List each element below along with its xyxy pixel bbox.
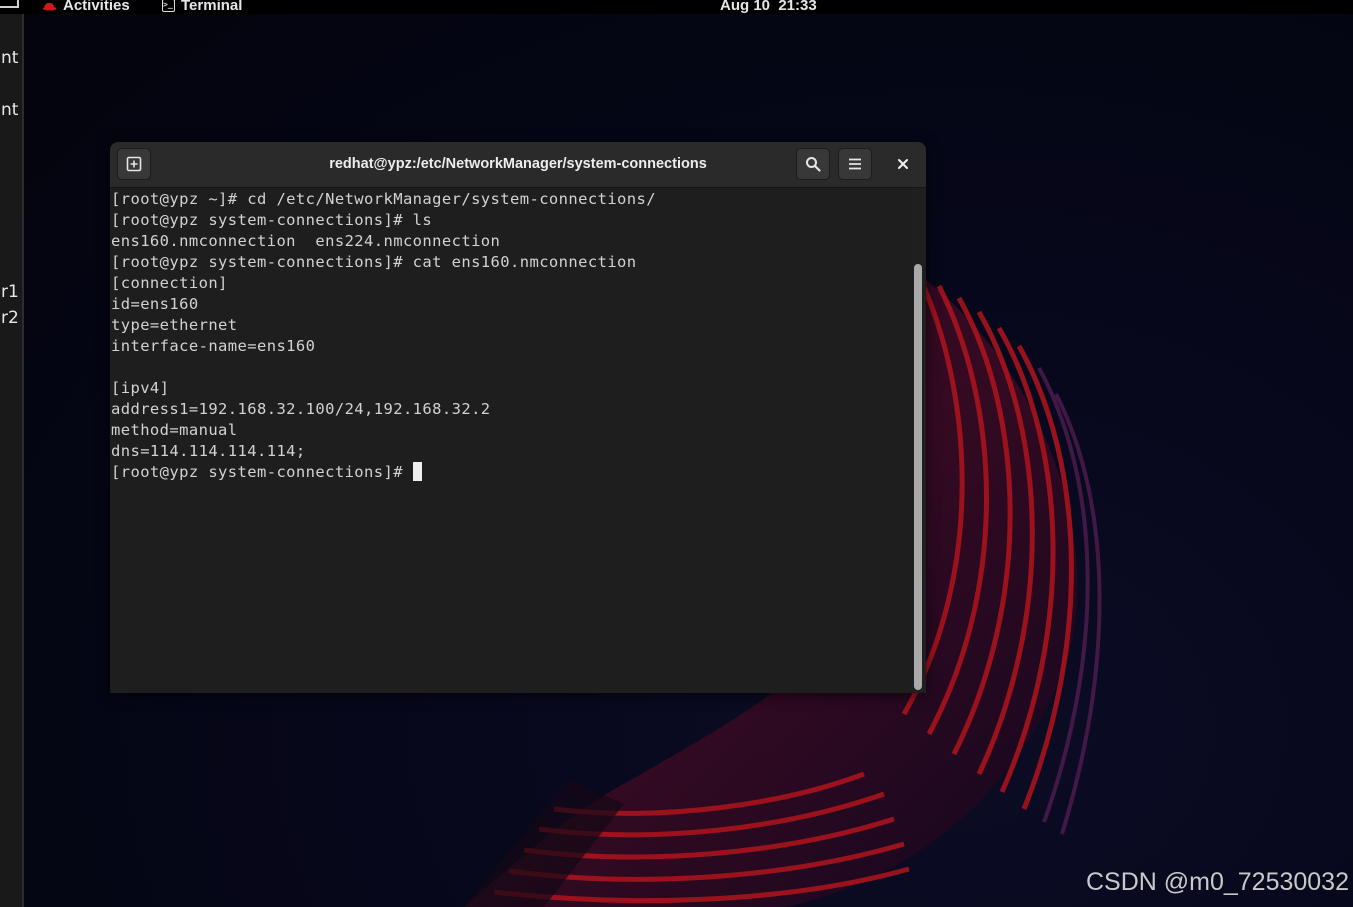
- terminal-app-icon: >_: [162, 0, 175, 12]
- clock[interactable]: Aug 10 21:33: [720, 0, 817, 16]
- edge-text-fragment: nt: [1, 48, 19, 68]
- terminal-line: [root@ypz ~]# cd /etc/NetworkManager/sys…: [111, 190, 656, 208]
- terminal-line: dns=114.114.114.114;: [111, 442, 306, 460]
- terminal-prompt-line[interactable]: [root@ypz system-connections]#: [110, 462, 912, 483]
- terminal-line: interface-name=ens160: [111, 337, 316, 355]
- terminal-line: ens160.nmconnection ens224.nmconnection: [111, 232, 501, 250]
- search-icon: [806, 157, 821, 172]
- terminal-line: [connection]: [111, 274, 228, 292]
- terminal-line: method=manual: [111, 421, 238, 439]
- clock-label: Aug 10 21:33: [720, 0, 817, 14]
- shell-prompt: [root@ypz system-connections]#: [111, 463, 413, 481]
- terminal-line: id=ens160: [111, 295, 199, 313]
- menu-button[interactable]: [838, 148, 872, 180]
- terminal-line: [root@ypz system-connections]# cat ens16…: [111, 253, 637, 271]
- terminal-line: [ipv4]: [111, 379, 170, 397]
- terminal-output[interactable]: [root@ypz ~]# cd /etc/NetworkManager/sys…: [110, 188, 912, 693]
- hamburger-menu-icon: [849, 158, 861, 170]
- watermark: CSDN @m0_72530032: [1085, 868, 1349, 896]
- search-button[interactable]: [796, 148, 830, 180]
- window-frame-corner: [0, 0, 19, 8]
- terminal-line: address1=192.168.32.100/24,192.168.32.2: [111, 400, 491, 418]
- activities-label: Activities: [63, 0, 130, 14]
- edge-text-fragment: r2: [1, 308, 19, 328]
- terminal-line: [root@ypz system-connections]# ls: [111, 211, 433, 229]
- terminal-window: redhat@ypz:/etc/NetworkManager/system-co…: [110, 142, 926, 693]
- redhat-logo-icon: [42, 2, 57, 11]
- edge-text-fragment: nt: [1, 100, 19, 120]
- text-cursor: [412, 462, 422, 481]
- terminal-line: type=ethernet: [111, 316, 238, 334]
- background-window-edge[interactable]: nt nt r1 r2: [0, 0, 24, 907]
- edge-text-fragment: r1: [1, 282, 19, 302]
- terminal-scrollbar[interactable]: [914, 264, 922, 690]
- terminal-headerbar[interactable]: redhat@ypz:/etc/NetworkManager/system-co…: [110, 142, 926, 188]
- app-menu-terminal[interactable]: >_ Terminal: [162, 0, 242, 16]
- top-bar: Activities >_ Terminal Aug 10 21:33: [0, 0, 1353, 14]
- app-menu-label: Terminal: [181, 0, 243, 14]
- close-icon: [898, 159, 908, 169]
- close-button[interactable]: [886, 148, 920, 180]
- activities-button[interactable]: Activities: [42, 0, 130, 16]
